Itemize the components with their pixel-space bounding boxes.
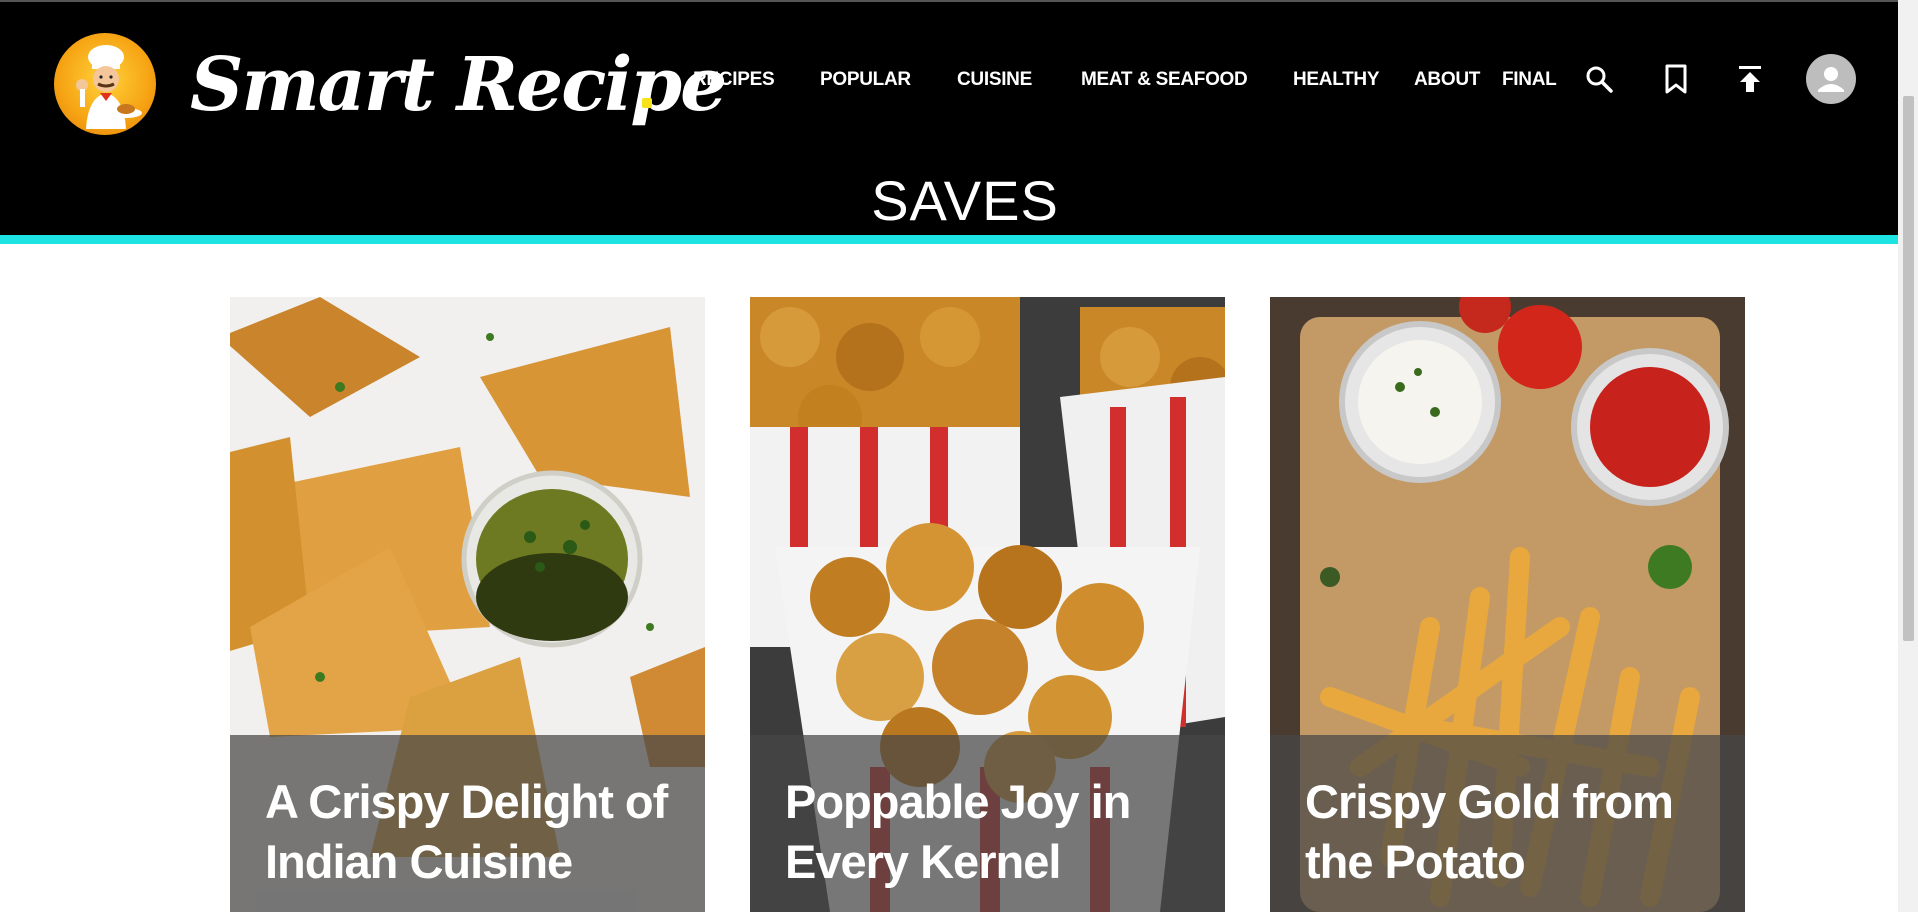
nav-item-about[interactable]: ABOUT bbox=[1414, 66, 1480, 94]
recipe-card[interactable]: Crispy Gold from the Potato bbox=[1270, 297, 1745, 912]
chef-logo-icon[interactable] bbox=[54, 33, 156, 135]
bookmark-icon[interactable] bbox=[1664, 64, 1688, 94]
site-header: Smart Recipe RECIPES POPULAR CUISINE MEA… bbox=[0, 2, 1898, 235]
nav-item-recipes[interactable]: RECIPES bbox=[693, 66, 775, 94]
nav-item-meat-seafood[interactable]: MEAT & SEAFOOD bbox=[1081, 66, 1248, 94]
user-avatar-icon[interactable] bbox=[1806, 54, 1856, 104]
brand-name[interactable]: Smart Recipe bbox=[190, 30, 727, 140]
scrollbar-thumb[interactable] bbox=[1903, 96, 1914, 641]
card-title[interactable]: Poppable Joy in Every Kernel bbox=[785, 772, 1205, 892]
upload-icon[interactable] bbox=[1737, 64, 1763, 94]
nav-item-final[interactable]: FINAL bbox=[1502, 66, 1557, 94]
recipe-card[interactable]: Poppable Joy in Every Kernel bbox=[750, 297, 1225, 912]
nav-item-popular[interactable]: POPULAR bbox=[820, 66, 911, 94]
brand-dot bbox=[642, 98, 652, 108]
card-title[interactable]: A Crispy Delight of Indian Cuisine bbox=[265, 772, 685, 892]
nav-item-healthy[interactable]: HEALTHY bbox=[1293, 66, 1380, 94]
card-title[interactable]: Crispy Gold from the Potato bbox=[1305, 772, 1725, 892]
accent-divider bbox=[0, 235, 1898, 244]
recipe-card[interactable]: A Crispy Delight of Indian Cuisine bbox=[230, 297, 705, 912]
page-title: SAVES bbox=[871, 169, 1059, 232]
search-icon[interactable] bbox=[1584, 64, 1614, 94]
nav-item-cuisine[interactable]: CUISINE bbox=[957, 66, 1032, 94]
